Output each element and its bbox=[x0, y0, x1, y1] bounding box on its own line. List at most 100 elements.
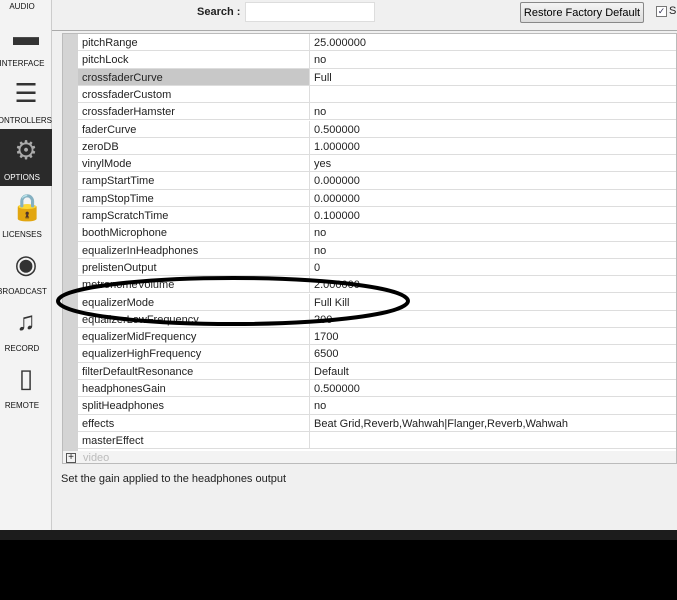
table-row[interactable]: equalizerMode Full Kill bbox=[78, 293, 676, 311]
setting-key: pitchLock bbox=[82, 54, 129, 67]
table-row[interactable]: vinylMode yes bbox=[78, 155, 676, 173]
table-row[interactable]: crossfaderCurve Full bbox=[78, 68, 676, 86]
setting-value[interactable]: Default bbox=[314, 366, 349, 378]
table-row[interactable]: equalizerInHeadphones no bbox=[78, 241, 676, 259]
restore-factory-default-button[interactable]: Restore Factory Default bbox=[520, 2, 644, 23]
table-row[interactable]: boothMicrophone no bbox=[78, 224, 676, 242]
setting-key: equalizerInHeadphones bbox=[82, 244, 199, 257]
sidebar-item-label: REMOTE bbox=[4, 401, 40, 410]
setting-value[interactable]: no bbox=[314, 400, 326, 412]
group-label: video bbox=[83, 452, 110, 464]
tablet-icon: ▯ bbox=[18, 363, 34, 393]
table-row[interactable]: effects Beat Grid,Reverb,Wahwah|Flanger,R… bbox=[78, 414, 676, 432]
main-panel: Search : Restore Factory Default ✓ S pit… bbox=[52, 0, 677, 530]
setting-value[interactable]: 0.100000 bbox=[314, 210, 360, 222]
table-row[interactable]: equalizerMidFrequency 1700 bbox=[78, 328, 676, 346]
broadcast-icon: ◉ bbox=[14, 249, 38, 279]
setting-value[interactable]: 25.000000 bbox=[314, 37, 366, 49]
table-row[interactable]: zeroDB 1.000000 bbox=[78, 137, 676, 156]
group-video[interactable]: + video bbox=[63, 451, 676, 464]
sidebar-item-licenses[interactable]: 🔒 LICENSES bbox=[0, 186, 52, 243]
setting-value[interactable]: Full Kill bbox=[314, 297, 349, 309]
setting-key: equalizerHighFrequency bbox=[82, 348, 202, 361]
sidebar-item-options[interactable]: ⚙ OPTIONS bbox=[0, 129, 52, 186]
setting-key: headphonesGain bbox=[82, 383, 166, 395]
sidebar-item-controllers[interactable]: ☰ CONTROLLERS bbox=[0, 72, 52, 129]
table-row[interactable]: splitHeadphones no bbox=[78, 397, 676, 415]
table-row[interactable]: prelistenOutput 0 bbox=[78, 258, 676, 277]
setting-value[interactable]: 0.000000 bbox=[314, 175, 360, 187]
setting-key: zeroDB bbox=[82, 140, 119, 153]
gear-icon: ⚙ bbox=[14, 135, 38, 165]
sidebar-item-label: OPTIONS bbox=[3, 173, 40, 182]
setting-key: masterEffect bbox=[82, 434, 144, 447]
table-row[interactable]: crossfaderCustom bbox=[78, 85, 676, 104]
bottom-bar bbox=[0, 530, 677, 540]
sidebar-item-audio[interactable]: AUDIO bbox=[0, 0, 52, 15]
setting-value[interactable]: 0.000000 bbox=[314, 193, 360, 205]
setting-value[interactable]: 6500 bbox=[314, 348, 338, 360]
setting-value[interactable]: no bbox=[314, 106, 326, 118]
setting-key: pitchRange bbox=[82, 37, 138, 49]
setting-value[interactable]: 1.000000 bbox=[314, 141, 360, 153]
row-gutter bbox=[63, 34, 78, 451]
toolbar: Search : Restore Factory Default ✓ S bbox=[52, 0, 677, 31]
table-row[interactable]: metronomeVolume 2.000000 bbox=[78, 276, 676, 294]
sidebar-item-label: CONTROLLERS bbox=[0, 116, 53, 125]
setting-value[interactable]: no bbox=[314, 245, 326, 257]
lock-icon: 🔒 bbox=[11, 192, 44, 222]
search-input[interactable] bbox=[245, 2, 375, 22]
setting-key: equalizerMidFrequency bbox=[82, 331, 197, 344]
table-row[interactable]: rampStartTime 0.000000 bbox=[78, 172, 676, 190]
table-row[interactable]: equalizerLowFrequency 200 bbox=[78, 310, 676, 329]
table-row[interactable]: crossfaderHamster no bbox=[78, 103, 676, 121]
setting-key: crossfaderCustom bbox=[82, 88, 172, 101]
setting-value[interactable]: 200 bbox=[314, 314, 332, 326]
sidebar-item-record[interactable]: ♫ RECORD bbox=[0, 300, 52, 357]
table-row[interactable]: pitchLock no bbox=[78, 51, 676, 69]
search-label: Search : bbox=[197, 6, 241, 18]
setting-value[interactable]: 1700 bbox=[314, 331, 338, 343]
checkbox[interactable]: ✓ bbox=[656, 6, 667, 17]
sidebar-item-label: RECORD bbox=[4, 344, 40, 353]
setting-key: rampStopTime bbox=[82, 192, 154, 205]
setting-key: crossfaderHamster bbox=[82, 106, 175, 119]
setting-description: Set the gain applied to the headphones o… bbox=[61, 473, 287, 485]
setting-key: rampStartTime bbox=[82, 175, 155, 188]
checkbox-label: S bbox=[669, 5, 677, 17]
table-row[interactable]: pitchRange 25.000000 bbox=[78, 34, 676, 52]
sidebar: AUDIO ▬ INTERFACE ☰ CONTROLLERS ⚙ OPTIONS 🔒 LICE… bbox=[0, 0, 52, 530]
table-row[interactable]: equalizerHighFrequency 6500 bbox=[78, 345, 676, 363]
expand-icon[interactable]: + bbox=[66, 453, 76, 463]
table-row[interactable]: faderCurve 0.500000 bbox=[78, 120, 676, 138]
setting-key: effects bbox=[82, 417, 115, 430]
record-folder-icon: ♫ bbox=[16, 306, 36, 336]
sidebar-item-label: INTERFACE bbox=[0, 59, 45, 68]
setting-value[interactable]: no bbox=[314, 227, 326, 239]
setting-key: equalizerLowFrequency bbox=[82, 313, 199, 326]
sidebar-item-label: BROADCAST bbox=[0, 287, 47, 296]
sliders-icon: ☰ bbox=[14, 78, 38, 108]
settings-table: pitchRange 25.000000 pitchLock no crossfader… bbox=[62, 33, 677, 464]
sidebar-item-label: AUDIO bbox=[9, 2, 35, 11]
table-row[interactable]: filterDefaultResonance Default bbox=[78, 362, 676, 380]
setting-key: faderCurve bbox=[82, 123, 137, 136]
setting-value[interactable]: Beat Grid,Reverb,Wahwah|Flanger,Reverb,W… bbox=[314, 418, 568, 430]
setting-value[interactable]: 0.500000 bbox=[314, 383, 360, 395]
setting-key: equalizerMode bbox=[82, 296, 155, 309]
setting-value[interactable]: Full bbox=[314, 72, 332, 84]
setting-value[interactable]: no bbox=[314, 54, 326, 66]
table-row[interactable]: rampScratchTime 0.100000 bbox=[78, 207, 676, 225]
table-row[interactable]: headphonesGain 0.500000 bbox=[78, 380, 676, 398]
table-row[interactable]: masterEffect bbox=[78, 431, 676, 450]
setting-value[interactable]: 2.000000 bbox=[314, 279, 360, 291]
sidebar-item-remote[interactable]: ▯ REMOTE bbox=[0, 357, 52, 414]
setting-key: metronomeVolume bbox=[82, 279, 175, 292]
setting-value[interactable]: 0.500000 bbox=[314, 124, 360, 136]
table-row[interactable]: rampStopTime 0.000000 bbox=[78, 189, 676, 207]
sidebar-item-broadcast[interactable]: ◉ BROADCAST bbox=[0, 243, 52, 300]
setting-value[interactable]: 0 bbox=[314, 262, 320, 274]
setting-value[interactable]: yes bbox=[314, 158, 331, 170]
sidebar-item-interface[interactable]: ▬ INTERFACE bbox=[0, 15, 52, 72]
monitor-icon: ▬ bbox=[13, 21, 39, 51]
